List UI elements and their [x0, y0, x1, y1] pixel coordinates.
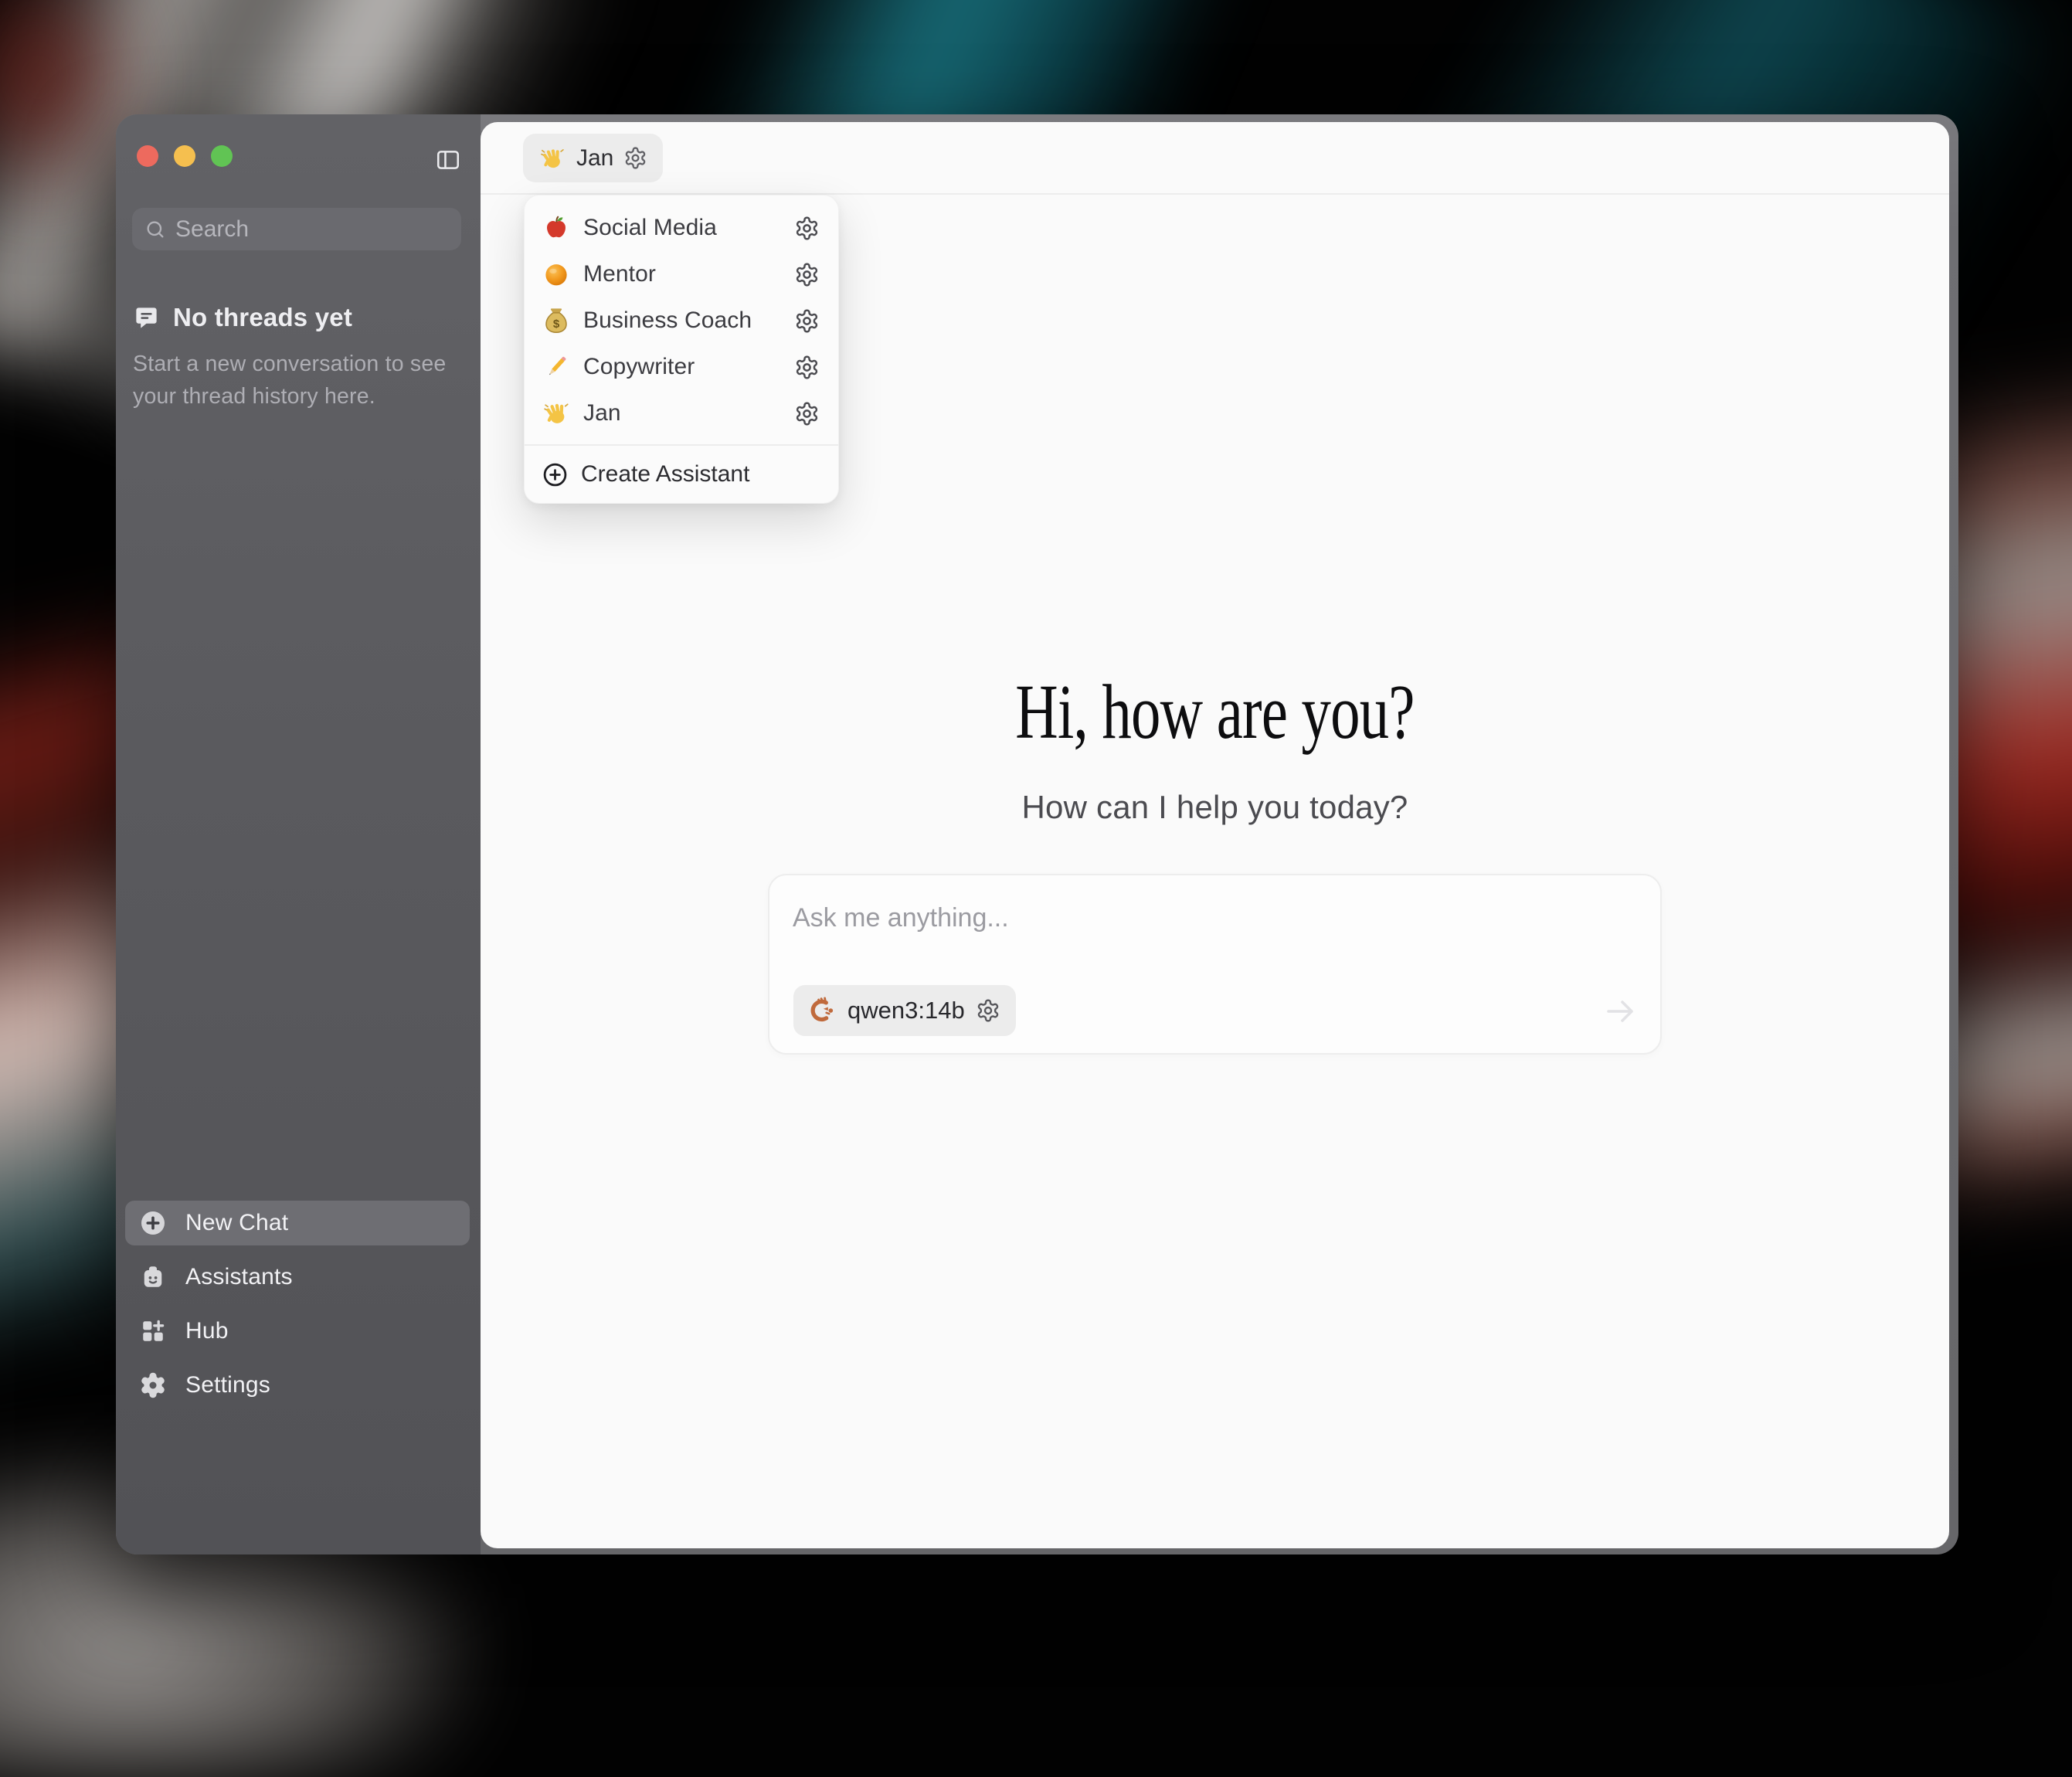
llama-logo-icon [804, 994, 837, 1027]
model-selector[interactable]: qwen3:14b [793, 985, 1016, 1036]
gear-icon [139, 1371, 167, 1399]
gear-icon[interactable] [794, 355, 820, 380]
greeting-title: Hi, how are you? [657, 667, 1773, 756]
composer: qwen3:14b [768, 874, 1662, 1055]
traffic-lights [137, 145, 233, 167]
chat-bubble-icon [133, 304, 160, 331]
sidebar-toggle-icon[interactable] [435, 147, 461, 173]
zoom-button[interactable] [211, 145, 233, 167]
pencil-icon [542, 352, 571, 382]
menu-item-mentor[interactable]: Mentor [525, 251, 838, 297]
orange-icon [542, 260, 571, 289]
app-window: No threads yet Start a new conversation … [116, 114, 1958, 1554]
main-content: Jan Social Media Mentor Business Coach [481, 122, 1949, 1548]
menu-item-copywriter[interactable]: Copywriter [525, 344, 838, 390]
menu-item-label: Copywriter [583, 354, 782, 380]
menu-item-label: Jan [583, 400, 782, 426]
sidebar-item-label: Assistants [185, 1264, 293, 1290]
active-assistant-selector[interactable]: Jan [523, 134, 663, 182]
greeting-subtitle: How can I help you today? [481, 789, 1949, 826]
gear-icon[interactable] [976, 998, 1000, 1023]
empty-state-title: No threads yet [173, 303, 352, 332]
search-field[interactable] [132, 208, 461, 250]
sidebar-nav: New Chat Assistants Hub Settings [125, 1201, 470, 1417]
close-button[interactable] [137, 145, 158, 167]
plus-circle-icon [139, 1209, 167, 1237]
threads-empty-state: No threads yet Start a new conversation … [133, 303, 465, 413]
minimize-button[interactable] [174, 145, 195, 167]
search-input[interactable] [175, 216, 449, 243]
hub-grid-icon [139, 1317, 167, 1345]
menu-item-label: Mentor [583, 261, 782, 287]
assistant-menu: Social Media Mentor Business Coach Copyw… [524, 195, 839, 504]
active-assistant-name: Jan [576, 145, 613, 172]
menu-item-jan[interactable]: Jan [525, 390, 838, 437]
model-name: qwen3:14b [847, 997, 965, 1024]
menu-item-social-media[interactable]: Social Media [525, 205, 838, 251]
sidebar: No threads yet Start a new conversation … [116, 114, 481, 1554]
greeting: Hi, how are you? How can I help you toda… [481, 667, 1949, 826]
sidebar-item-label: Settings [185, 1372, 270, 1398]
empty-state-subtitle: Start a new conversation to see your thr… [133, 348, 465, 413]
arrow-right-icon [1602, 993, 1639, 1030]
apple-icon [542, 213, 571, 243]
menu-item-label: Social Media [583, 215, 782, 241]
money-bag-icon [542, 306, 571, 335]
menu-item-label: Business Coach [583, 307, 782, 334]
assistant-robot-icon [139, 1263, 167, 1291]
wave-icon [538, 144, 566, 172]
sidebar-item-assistants[interactable]: Assistants [125, 1255, 470, 1300]
gear-icon[interactable] [794, 216, 820, 241]
sidebar-item-settings[interactable]: Settings [125, 1363, 470, 1408]
gear-icon[interactable] [794, 308, 820, 334]
search-icon [144, 219, 166, 240]
send-button[interactable] [1602, 993, 1639, 1030]
gear-icon[interactable] [623, 146, 647, 170]
gear-icon[interactable] [794, 262, 820, 287]
create-assistant-button[interactable]: Create Assistant [525, 446, 838, 503]
plus-circle-outline-icon [542, 461, 569, 488]
sidebar-item-label: Hub [185, 1318, 229, 1344]
sidebar-item-new-chat[interactable]: New Chat [125, 1201, 470, 1245]
menu-item-business-coach[interactable]: Business Coach [525, 297, 838, 344]
create-assistant-label: Create Assistant [581, 461, 749, 488]
sidebar-item-label: New Chat [185, 1210, 288, 1236]
message-input[interactable] [793, 903, 1568, 950]
sidebar-item-hub[interactable]: Hub [125, 1309, 470, 1354]
gear-icon[interactable] [794, 401, 820, 426]
wave-icon [542, 399, 571, 428]
